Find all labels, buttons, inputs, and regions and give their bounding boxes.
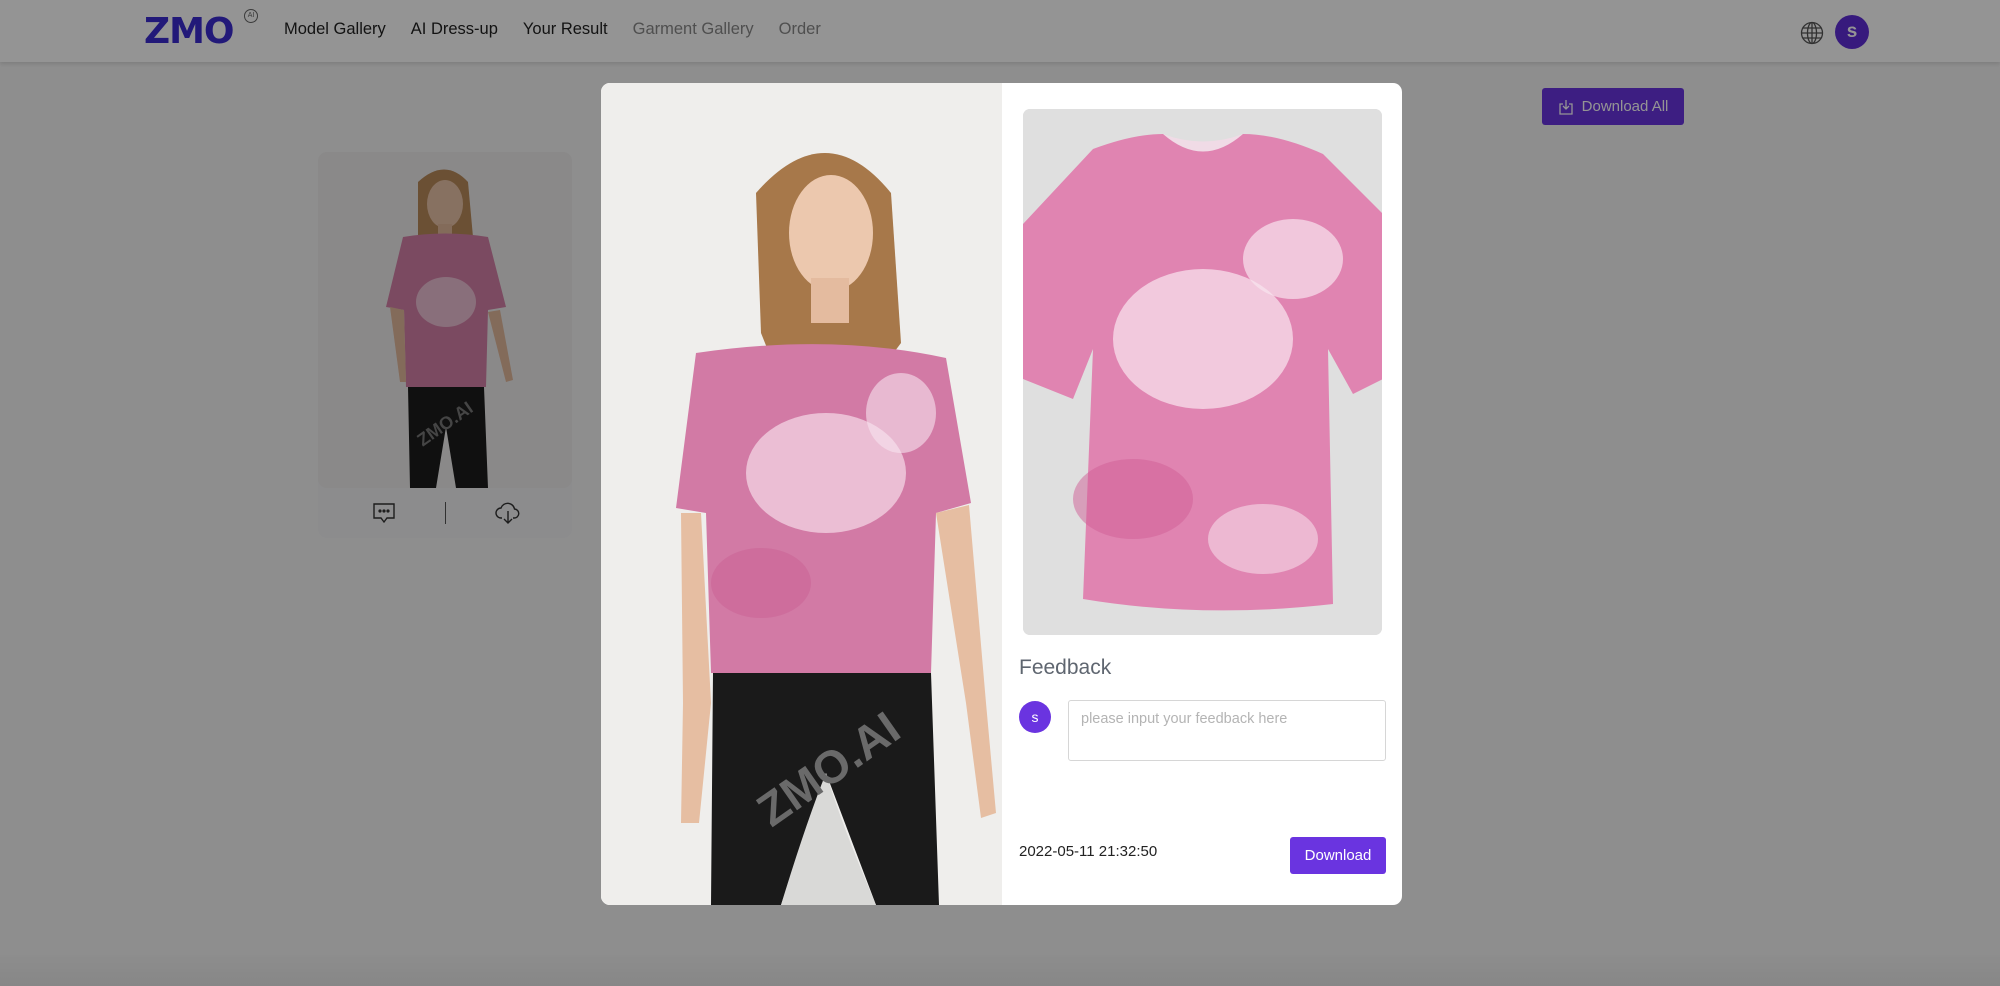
garment-illustration (1023, 109, 1382, 635)
feedback-user-avatar: s (1019, 701, 1051, 733)
garment-image (1023, 109, 1382, 635)
feedback-title: Feedback (1019, 656, 1112, 679)
result-timestamp: 2022-05-11 21:32:50 (1019, 843, 1158, 860)
model-image: ZMO.AI (601, 83, 1002, 905)
modal-detail-panel: Feedback s 2022-05-11 21:32:50 Download (1002, 83, 1402, 905)
model-illustration: ZMO.AI (601, 83, 1002, 905)
download-button[interactable]: Download (1290, 837, 1386, 874)
feedback-input[interactable] (1068, 700, 1386, 761)
result-detail-modal: ZMO.AI Feedback s 2022-05-11 21:32:50 Do… (601, 83, 1402, 905)
